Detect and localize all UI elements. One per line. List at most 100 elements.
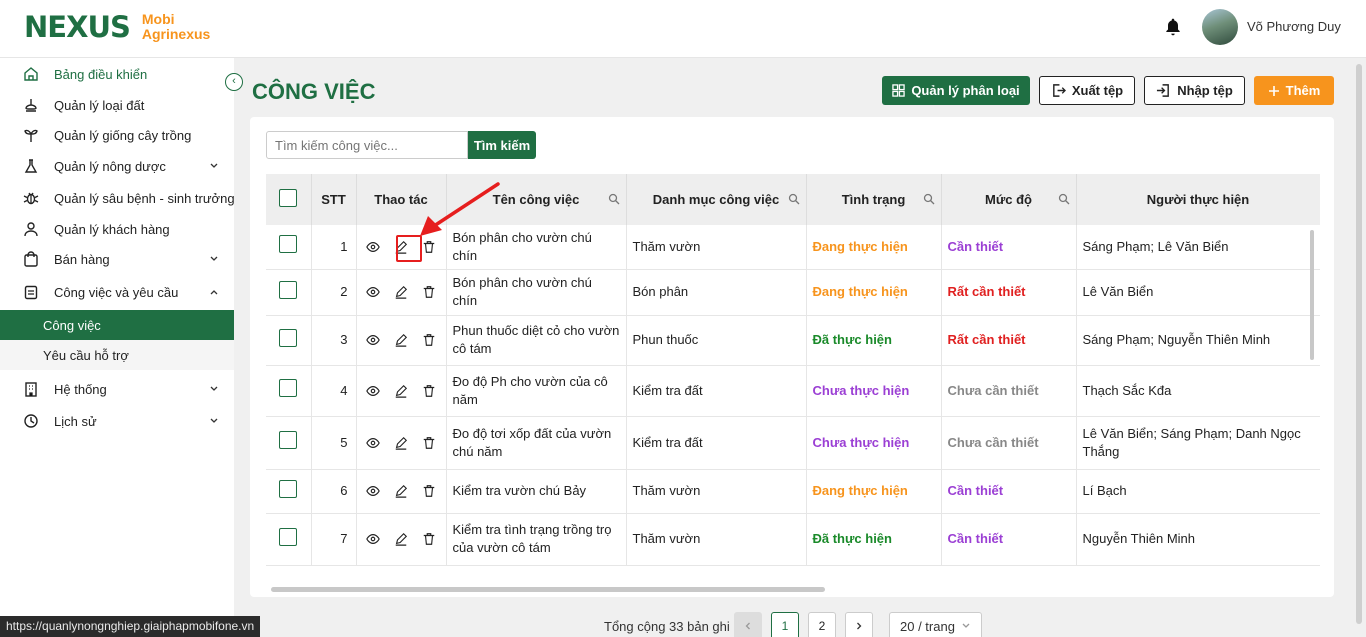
search-icon[interactable] <box>1058 193 1070 205</box>
search-button[interactable]: Tìm kiếm <box>468 131 536 159</box>
brand-line-1: Mobi <box>141 11 175 27</box>
row-checkbox[interactable] <box>279 328 298 347</box>
delete-icon[interactable] <box>422 436 436 450</box>
delete-icon[interactable] <box>422 484 436 498</box>
edit-icon[interactable] <box>394 384 408 398</box>
sidebar-item-label: Quản lý sâu bệnh - sinh trưởng <box>54 190 235 206</box>
cell-stt: 4 <box>311 365 357 417</box>
row-checkbox[interactable] <box>279 235 298 254</box>
cell-category: Thăm vườn <box>626 469 807 514</box>
chevron-right-icon <box>857 622 862 630</box>
import-button[interactable]: Nhập tệp <box>1144 76 1245 105</box>
cell-category: Thăm vườn <box>626 225 807 270</box>
import-icon <box>1157 84 1170 97</box>
col-level-label: Mức độ <box>985 192 1032 207</box>
sidebar-item-sales[interactable]: Bán hàng <box>0 244 234 274</box>
page-1-button[interactable]: 1 <box>771 612 799 637</box>
next-page-button[interactable] <box>845 612 873 637</box>
page-title: CÔNG VIỆC <box>252 79 376 104</box>
sidebar-item-pests[interactable]: Quản lý sâu bệnh - sinh trưởng <box>0 183 235 213</box>
sidebar-subitem-label: Công việc <box>43 318 101 333</box>
cell-name: Bón phân cho vườn chú chín <box>446 269 627 316</box>
sidebar-item-label: Quản lý loại đất <box>54 97 145 113</box>
sidebar-item-customers[interactable]: Quản lý khách hàng <box>0 214 234 244</box>
avatar[interactable] <box>1202 9 1238 45</box>
edit-icon[interactable] <box>394 532 408 546</box>
export-label: Xuất tệp <box>1071 83 1124 98</box>
horizontal-scrollbar[interactable] <box>271 587 825 592</box>
cell-stt: 7 <box>311 513 357 566</box>
page-size-select[interactable]: 20 / trang <box>889 612 982 637</box>
row-checkbox[interactable] <box>279 379 298 397</box>
view-icon[interactable] <box>366 285 380 299</box>
add-button[interactable]: Thêm <box>1254 76 1334 105</box>
prev-page-button[interactable] <box>734 612 762 637</box>
cell-actions <box>356 469 447 514</box>
sidebar-subitem-support[interactable]: Yêu cầu hỗ trợ <box>0 340 234 370</box>
export-button[interactable]: Xuất tệp <box>1039 76 1135 105</box>
cell-level: Cần thiết <box>941 469 1077 514</box>
search-icon[interactable] <box>608 193 620 205</box>
cell-category: Thăm vườn <box>626 513 807 566</box>
view-icon[interactable] <box>366 532 380 546</box>
delete-icon[interactable] <box>422 384 436 398</box>
chevron-down-icon <box>210 256 218 261</box>
logo-mark: NEXUS <box>24 10 131 44</box>
sidebar-item-label: Hệ thống <box>54 381 107 397</box>
chevron-down-icon <box>962 623 970 628</box>
delete-icon[interactable] <box>422 285 436 299</box>
sidebar-item-dashboard[interactable]: Bảng điều khiển <box>0 59 234 89</box>
cell-assignee: Thạch Sắc Kđa <box>1076 365 1320 417</box>
row-checkbox[interactable] <box>279 479 298 498</box>
row-select-cell <box>266 469 312 514</box>
cell-assignee: Lê Văn Biển; Sáng Phạm; Danh Ngọc Thắng <box>1076 416 1320 470</box>
cell-assignee: Sáng Phạm; Nguyễn Thiên Minh <box>1076 315 1320 366</box>
row-select-cell <box>266 513 312 566</box>
cell-name: Phun thuốc diệt cỏ cho vườn cô tám <box>446 315 627 366</box>
sidebar-item-system[interactable]: Hệ thống <box>0 374 234 404</box>
edit-icon[interactable] <box>394 285 408 299</box>
sidebar-item-soil[interactable]: Quản lý loại đất <box>0 90 234 120</box>
delete-icon[interactable] <box>422 333 436 347</box>
page-2-button[interactable]: 2 <box>808 612 836 637</box>
search-icon[interactable] <box>788 193 800 205</box>
row-checkbox[interactable] <box>279 527 298 546</box>
cell-actions <box>356 269 447 316</box>
bell-icon[interactable] <box>1163 17 1183 37</box>
brand-line-2: Agrinexus <box>141 26 211 42</box>
sidebar-subitem-tasks[interactable]: Công việc <box>0 310 234 340</box>
shopping-bag-icon <box>24 251 38 267</box>
username[interactable]: Võ Phương Duy <box>1247 19 1341 34</box>
table-vertical-scrollbar[interactable] <box>1310 230 1314 360</box>
delete-icon[interactable] <box>422 240 436 254</box>
collapse-sidebar-icon[interactable]: ‹ <box>225 73 243 91</box>
sidebar-item-pesticides[interactable]: Quản lý nông dược <box>0 151 234 181</box>
view-icon[interactable] <box>366 484 380 498</box>
view-icon[interactable] <box>366 240 380 254</box>
flask-icon <box>24 159 38 173</box>
delete-icon[interactable] <box>422 532 436 546</box>
sidebar-item-label: Bảng điều khiển <box>54 66 148 82</box>
cell-stt: 6 <box>311 469 357 514</box>
brand-name: Mobi Agrinexus <box>142 12 210 42</box>
page-scrollbar[interactable] <box>1356 64 1362 624</box>
search-input[interactable] <box>266 131 468 159</box>
cell-stt: 2 <box>311 269 357 316</box>
view-icon[interactable] <box>366 384 380 398</box>
row-checkbox[interactable] <box>279 280 298 299</box>
sidebar-item-history[interactable]: Lịch sử <box>0 406 234 436</box>
edit-icon[interactable] <box>394 436 408 450</box>
sidebar-item-tasks[interactable]: Công việc và yêu cầu <box>0 277 234 307</box>
edit-icon[interactable] <box>394 484 408 498</box>
logo[interactable]: NEXUS Mobi Agrinexus <box>24 10 210 44</box>
view-icon[interactable] <box>366 333 380 347</box>
edit-icon[interactable] <box>394 333 408 347</box>
row-checkbox[interactable] <box>279 431 298 449</box>
view-icon[interactable] <box>366 436 380 450</box>
col-stt: STT <box>311 174 357 225</box>
search-icon[interactable] <box>923 193 935 205</box>
select-all-checkbox[interactable] <box>279 189 298 207</box>
sidebar-item-seeds[interactable]: Quản lý giống cây trồng <box>0 120 234 150</box>
manage-categories-button[interactable]: Quản lý phân loại <box>882 76 1030 105</box>
export-icon <box>1052 84 1066 97</box>
